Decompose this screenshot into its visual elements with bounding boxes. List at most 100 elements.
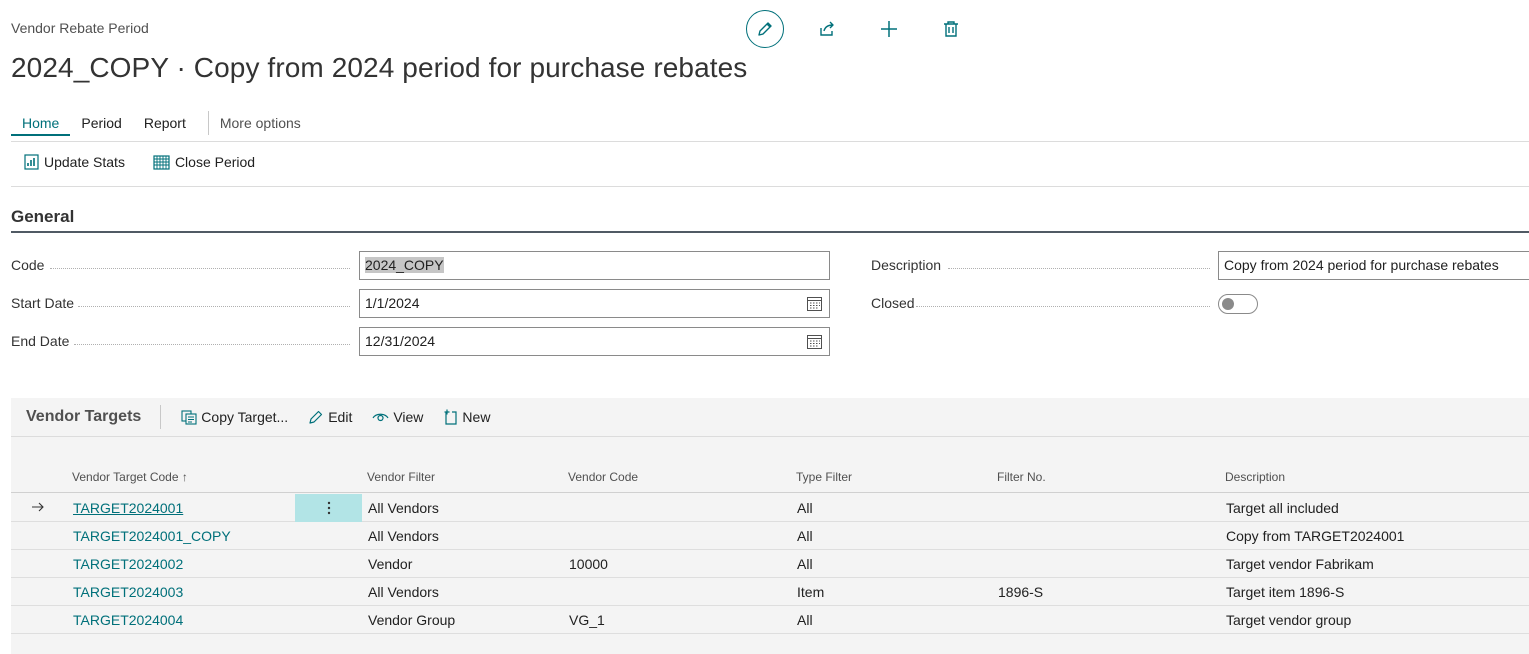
close-period-button[interactable]: Close Period: [153, 154, 255, 170]
section-divider: [11, 231, 1529, 233]
type-filter-cell[interactable]: All: [797, 500, 813, 516]
code-label: Code: [11, 257, 45, 273]
start-date-field[interactable]: 1/1/2024: [359, 289, 830, 318]
table-row[interactable]: TARGET2024001 All Vendors All Target all…: [11, 494, 1529, 522]
end-date-label: End Date: [11, 333, 70, 349]
column-header-type-filter[interactable]: Type Filter: [796, 470, 852, 484]
target-code-link[interactable]: TARGET2024004: [73, 612, 183, 628]
update-stats-button[interactable]: Update Stats: [24, 154, 125, 170]
leader-dots: [50, 268, 350, 269]
view-line-button[interactable]: View: [372, 409, 423, 425]
tab-period[interactable]: Period: [70, 110, 132, 136]
vendor-code-cell[interactable]: VG_1: [569, 612, 605, 628]
vendor-filter-cell[interactable]: Vendor Group: [368, 612, 455, 628]
copy-target-label: Copy Target...: [201, 409, 289, 425]
target-code-link[interactable]: TARGET2024001: [73, 500, 183, 516]
copy-icon: [181, 409, 197, 425]
column-header-vendor-code[interactable]: Vendor Code: [568, 470, 638, 484]
eye-icon: [372, 413, 389, 422]
edit-icon: [309, 410, 323, 424]
target-code-link[interactable]: TARGET2024001_COPY: [73, 528, 231, 544]
stats-icon: [24, 154, 39, 170]
arrow-right-icon: [32, 502, 44, 512]
closed-toggle[interactable]: [1218, 294, 1258, 314]
description-cell[interactable]: Target item 1896-S: [1226, 584, 1344, 600]
delete-icon: [944, 21, 958, 37]
promoted-actions: Update Stats Close Period: [24, 154, 283, 170]
toggle-knob: [1222, 298, 1234, 310]
vendor-filter-cell[interactable]: Vendor: [368, 556, 412, 572]
leader-dots: [948, 268, 1210, 269]
grid-header: Vendor Target Code ↑ Vendor Filter Vendo…: [11, 462, 1529, 493]
column-header-vendor-filter[interactable]: Vendor Filter: [367, 470, 435, 484]
section-general-title[interactable]: General: [11, 207, 74, 227]
new-line-button[interactable]: New: [443, 409, 490, 425]
target-code-link[interactable]: TARGET2024002: [73, 556, 183, 572]
filter-no-cell[interactable]: 1896-S: [998, 584, 1043, 600]
breadcrumb: Vendor Rebate Period: [11, 20, 149, 36]
vendor-filter-cell[interactable]: All Vendors: [368, 528, 439, 544]
type-filter-cell[interactable]: All: [797, 528, 813, 544]
end-date-field[interactable]: 12/31/2024: [359, 327, 830, 356]
tab-home[interactable]: Home: [11, 110, 71, 136]
table-row[interactable]: TARGET2024002 Vendor 10000 All Target ve…: [11, 550, 1529, 578]
share-icon: [820, 21, 834, 36]
add-button[interactable]: [870, 10, 908, 48]
new-document-icon: [444, 409, 458, 425]
add-icon: [881, 21, 897, 37]
row-actions-button[interactable]: [295, 494, 362, 522]
calendar-icon[interactable]: [807, 334, 822, 349]
leader-dots: [74, 344, 350, 345]
delete-button[interactable]: [932, 10, 970, 48]
calendar-icon[interactable]: [807, 296, 822, 311]
start-date-label: Start Date: [11, 295, 75, 311]
divider: [11, 186, 1529, 187]
more-options-button[interactable]: More options: [220, 110, 312, 136]
edit-label: Edit: [328, 409, 353, 425]
description-label: Description: [871, 257, 942, 273]
type-filter-cell[interactable]: All: [797, 556, 813, 572]
vendor-targets-toolbar: Vendor Targets Copy Target... Edit View …: [11, 398, 1529, 437]
description-cell[interactable]: Target all included: [1226, 500, 1339, 516]
more-vertical-icon: [327, 501, 330, 515]
edit-button[interactable]: [746, 10, 784, 48]
end-date-value: 12/31/2024: [365, 333, 436, 349]
new-label: New: [462, 409, 491, 425]
leader-dots: [78, 306, 350, 307]
vendor-filter-cell[interactable]: All Vendors: [368, 500, 439, 516]
page-actions: [746, 10, 970, 48]
vendor-targets-part: Vendor Targets Copy Target... Edit View …: [11, 398, 1529, 654]
action-menu-bar: Home Period Report More options: [11, 110, 312, 136]
table-row[interactable]: TARGET2024003 All Vendors Item 1896-S Ta…: [11, 578, 1529, 606]
table-row[interactable]: TARGET2024001_COPY All Vendors All Copy …: [11, 522, 1529, 550]
menu-divider: [207, 111, 209, 135]
leader-dots: [916, 306, 1210, 307]
column-header-description[interactable]: Description: [1225, 470, 1285, 484]
update-stats-label: Update Stats: [44, 154, 125, 170]
vendor-code-cell[interactable]: 10000: [569, 556, 608, 572]
column-header-code[interactable]: Vendor Target Code ↑: [72, 470, 188, 484]
description-field[interactable]: Copy from 2024 period for purchase rebat…: [1218, 251, 1529, 280]
edit-icon: [758, 22, 772, 36]
divider: [11, 141, 1529, 142]
type-filter-cell[interactable]: All: [797, 612, 813, 628]
description-cell[interactable]: Target vendor group: [1226, 612, 1351, 628]
column-header-filter-no[interactable]: Filter No.: [997, 470, 1046, 484]
view-label: View: [393, 409, 424, 425]
share-button[interactable]: [808, 10, 846, 48]
tab-report[interactable]: Report: [133, 110, 197, 136]
description-value: Copy from 2024 period for purchase rebat…: [1224, 257, 1499, 273]
page-title: 2024_COPY · Copy from 2024 period for pu…: [11, 52, 748, 83]
code-value: 2024_COPY: [365, 257, 444, 273]
type-filter-cell[interactable]: Item: [797, 584, 824, 600]
vendor-targets-title[interactable]: Vendor Targets: [26, 405, 162, 429]
calendar-grid-icon: [153, 155, 170, 170]
edit-line-button[interactable]: Edit: [308, 409, 352, 425]
target-code-link[interactable]: TARGET2024003: [73, 584, 183, 600]
table-row[interactable]: TARGET2024004 Vendor Group VG_1 All Targ…: [11, 606, 1529, 634]
code-field[interactable]: 2024_COPY: [359, 251, 830, 280]
description-cell[interactable]: Target vendor Fabrikam: [1226, 556, 1374, 572]
copy-target-button[interactable]: Copy Target...: [181, 409, 288, 425]
description-cell[interactable]: Copy from TARGET2024001: [1226, 528, 1404, 544]
vendor-filter-cell[interactable]: All Vendors: [368, 584, 439, 600]
